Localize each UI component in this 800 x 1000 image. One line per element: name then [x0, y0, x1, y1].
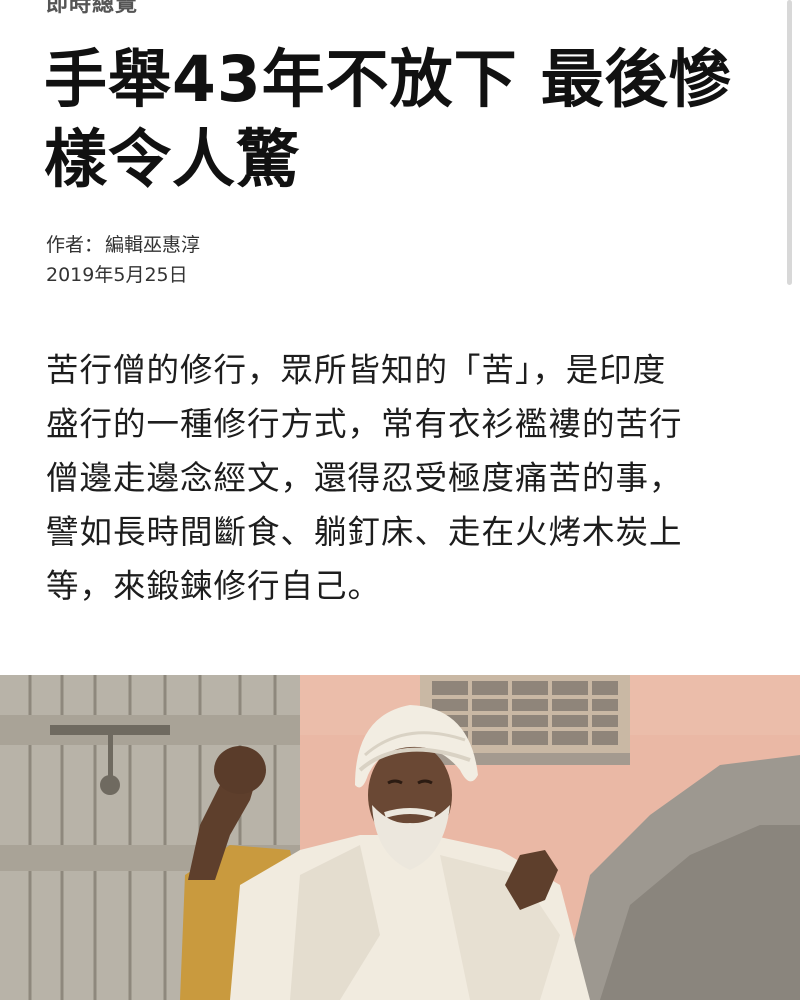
article-body: 苦行僧的修行，眾所皆知的「苦」，是印度 盛行的一種修行方式，常有衣衫襤褸的苦行 … — [46, 343, 761, 613]
body-line: 盛行的一種修行方式，常有衣衫襤褸的苦行 — [46, 405, 683, 443]
section-label[interactable]: 即時總覽 — [46, 0, 138, 18]
headline-line-1: 手舉43年不放下 最後慘 — [44, 43, 733, 116]
article-headline: 手舉43年不放下 最後慘 樣令人驚 — [44, 40, 744, 200]
body-line: 譬如長時間斷食、躺釘床、走在火烤木炭上 — [46, 513, 683, 551]
article-byline: 作者： 編輯巫惠淳 2019年5月25日 — [46, 230, 200, 290]
body-line: 僧邊走邊念經文，還得忍受極度痛苦的事， — [46, 459, 683, 497]
author-prefix: 作者： — [46, 234, 104, 256]
door-latch — [50, 725, 170, 735]
raised-fist — [214, 746, 266, 794]
article-page: 即時總覽 手舉43年不放下 最後慘 樣令人驚 作者： 編輯巫惠淳 2019年5月25… — [0, 0, 800, 1000]
author-name[interactable]: 編輯巫惠淳 — [105, 234, 200, 256]
body-line: 等，來鍛鍊修行自己。 — [46, 567, 382, 605]
body-line: 苦行僧的修行，眾所皆知的「苦」，是印度 — [46, 351, 667, 389]
headline-line-2: 樣令人驚 — [44, 123, 300, 196]
author-line: 作者： 編輯巫惠淳 — [46, 230, 200, 260]
publish-date: 2019年5月25日 — [46, 264, 188, 286]
scrollbar-thumb[interactable] — [787, 0, 792, 285]
article-photo[interactable] — [0, 675, 800, 1000]
